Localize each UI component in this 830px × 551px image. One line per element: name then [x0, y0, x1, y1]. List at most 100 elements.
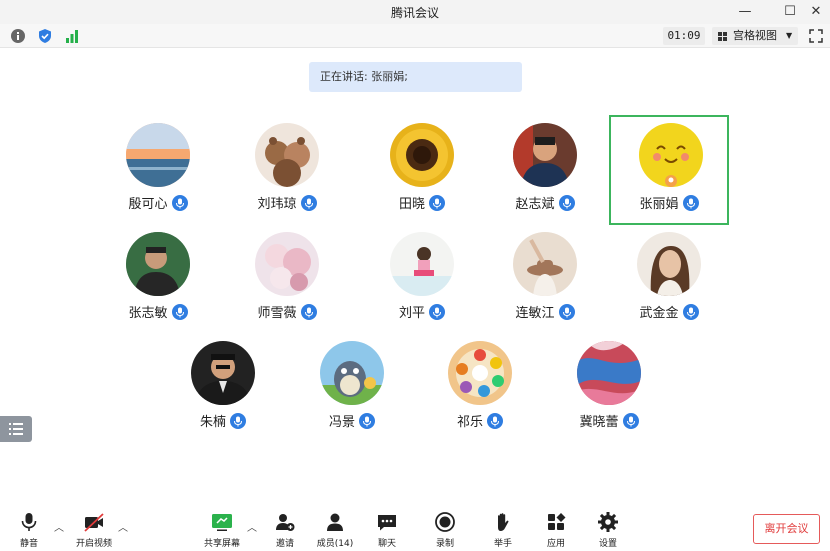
- title-bar: 腾讯会议 — ☐ ✕: [0, 0, 830, 24]
- participant-tile[interactable]: 刘平: [362, 226, 482, 336]
- list-icon: [9, 423, 23, 435]
- share-screen-button[interactable]: 共享屏幕: [200, 511, 244, 549]
- participant-list-toggle[interactable]: [0, 416, 32, 442]
- raise-hand-button[interactable]: 举手: [490, 511, 516, 549]
- fullscreen-icon[interactable]: [808, 28, 824, 44]
- participant-tile[interactable]: 冯景: [292, 335, 412, 445]
- participant-tile[interactable]: 赵志斌: [485, 117, 605, 227]
- mic-status-icon: [558, 194, 575, 211]
- settings-button[interactable]: 设置: [595, 511, 621, 549]
- security-shield-icon[interactable]: [37, 28, 53, 44]
- gear-icon: [598, 512, 618, 532]
- chat-icon: [378, 515, 396, 531]
- apps-icon: [548, 513, 566, 530]
- participant-name-row: 张志敏: [98, 301, 218, 321]
- record-label: 录制: [435, 539, 454, 549]
- participant-name: 祁乐: [456, 415, 483, 430]
- mic-status-icon: [230, 412, 246, 429]
- avatar: [320, 341, 384, 405]
- record-button[interactable]: 录制: [432, 511, 458, 549]
- share-options-chevron-icon[interactable]: ︿: [247, 519, 257, 534]
- participant-name: 殷可心: [128, 197, 168, 212]
- participant-name-row: 武金金: [609, 301, 729, 321]
- chat-button[interactable]: 聊天: [374, 511, 400, 549]
- invite-label: 邀请: [275, 539, 294, 549]
- members-button[interactable]: 成员(14): [314, 511, 356, 549]
- record-icon: [435, 512, 455, 532]
- bottom-toolbar: 静音 ︿ 开启视频 ︿ 共享屏幕 ︿ 邀请 成员(14) 聊天 录制 举手 应用…: [0, 503, 830, 551]
- avatar: [126, 123, 190, 187]
- chevron-down-icon: ▼: [786, 31, 793, 40]
- participant-name: 张志敏: [128, 306, 168, 321]
- invite-button[interactable]: 邀请: [272, 511, 298, 549]
- apps-button[interactable]: 应用: [543, 511, 569, 549]
- speaking-indicator: 正在讲话: 张丽娟;: [309, 62, 522, 92]
- participant-name-row: 连敏江: [485, 301, 605, 321]
- participant-tile[interactable]: 武金金: [609, 226, 729, 336]
- network-signal-icon[interactable]: [64, 28, 80, 44]
- mic-status-icon: [682, 194, 699, 211]
- participant-name-row: 赵志斌: [485, 192, 605, 212]
- participant-tile[interactable]: 殷可心: [98, 117, 218, 227]
- mic-status-icon: [300, 194, 317, 211]
- share-screen-label: 共享屏幕: [203, 539, 240, 549]
- avatar: [390, 123, 454, 187]
- participant-tile[interactable]: 田晓: [362, 117, 482, 227]
- mute-button[interactable]: 静音: [14, 511, 44, 549]
- mic-status-icon: [171, 194, 188, 211]
- mic-status-icon: [622, 412, 639, 429]
- participant-name-row: 师雪薇: [227, 301, 347, 321]
- girl-hat-avatar-icon: [513, 232, 577, 296]
- participant-tile[interactable]: 连敏江: [485, 226, 605, 336]
- minimize-icon[interactable]: —: [734, 1, 756, 23]
- mute-options-chevron-icon[interactable]: ︿: [54, 519, 64, 534]
- mic-status-icon: [359, 412, 375, 429]
- members-label: 成员(14): [316, 539, 354, 549]
- participant-tile[interactable]: 祁乐: [420, 335, 540, 445]
- participant-name-row: 张丽娟: [611, 192, 727, 212]
- info-icon[interactable]: [10, 28, 26, 44]
- participant-name-row: 冀晓蕾: [549, 410, 669, 430]
- settings-label: 设置: [598, 539, 617, 549]
- mic-status-icon: [171, 303, 188, 320]
- avatar: [126, 232, 190, 296]
- raise-hand-label: 举手: [493, 539, 512, 549]
- view-mode-label: 宫格视图: [733, 29, 777, 42]
- participant-name: 刘平: [398, 306, 425, 321]
- participant-name-row: 朱楠: [163, 410, 283, 430]
- meeting-timer: 01:09: [663, 27, 705, 45]
- leave-meeting-button[interactable]: 离开会议: [753, 514, 820, 544]
- avatar: [637, 232, 701, 296]
- view-mode-dropdown[interactable]: 宫格视图 ▼: [712, 27, 798, 45]
- participant-name: 冯景: [328, 415, 355, 430]
- grid-view-icon: [718, 32, 727, 41]
- maximize-icon[interactable]: ☐: [779, 1, 801, 23]
- mic-status-icon: [429, 194, 445, 211]
- participant-name-row: 祁乐: [420, 410, 540, 430]
- participant-name-row: 冯景: [292, 410, 412, 430]
- mic-status-icon: [487, 412, 503, 429]
- participant-tile[interactable]: 冀晓蕾: [549, 335, 669, 445]
- participant-tile[interactable]: 朱楠: [163, 335, 283, 445]
- participant-tile[interactable]: 刘玮琼: [227, 117, 347, 227]
- window-title: 腾讯会议: [390, 6, 439, 20]
- ocean-sunset-avatar-icon: [126, 123, 190, 187]
- apps-label: 应用: [546, 539, 565, 549]
- participant-name-row: 田晓: [362, 192, 482, 212]
- microphone-icon: [21, 513, 37, 531]
- participant-name: 冀晓蕾: [579, 415, 619, 430]
- participant-tile[interactable]: 张志敏: [98, 226, 218, 336]
- avatar: [448, 341, 512, 405]
- participant-tile[interactable]: 师雪薇: [227, 226, 347, 336]
- mic-status-icon: [558, 303, 575, 320]
- start-video-button[interactable]: 开启视频: [72, 511, 116, 549]
- participant-tile[interactable]: 张丽娟: [609, 115, 729, 225]
- video-options-chevron-icon[interactable]: ︿: [118, 519, 128, 534]
- roses-avatar-icon: [255, 232, 319, 296]
- colorful-plate-avatar-icon: [448, 341, 512, 405]
- participant-name: 张丽娟: [639, 197, 679, 212]
- participant-name-row: 刘玮琼: [227, 192, 347, 212]
- avatar: [577, 341, 641, 405]
- close-icon[interactable]: ✕: [805, 1, 827, 23]
- woman-photo-avatar-icon: [637, 232, 701, 296]
